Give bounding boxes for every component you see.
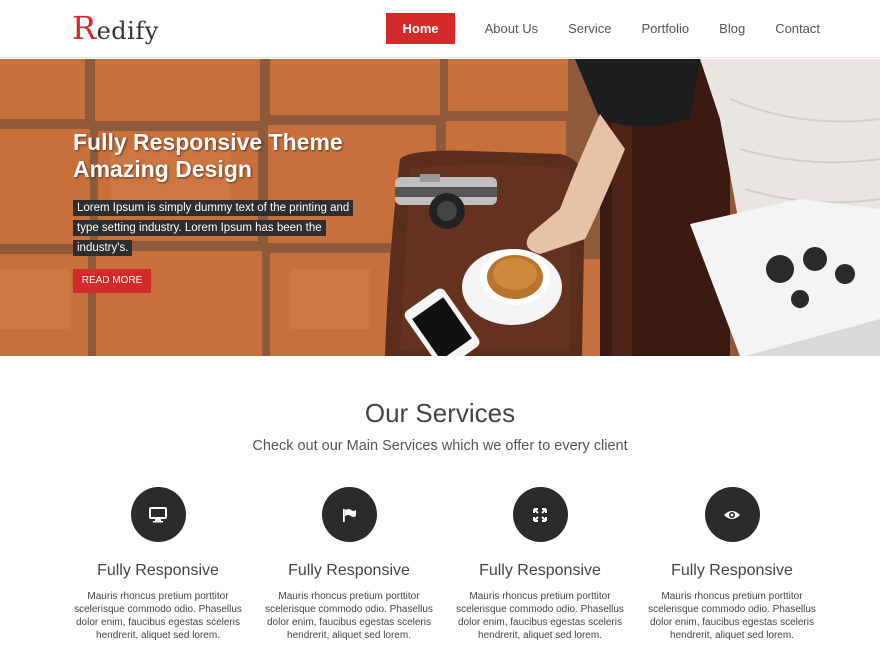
monitor-icon[interactable] bbox=[130, 487, 186, 542]
hero-description-text: Lorem Ipsum is simply dummy text of the … bbox=[73, 200, 354, 256]
logo-initial: R bbox=[72, 9, 97, 47]
eye-icon[interactable] bbox=[704, 487, 760, 542]
service-text: Mauris rhoncus pretium porttitor sceleri… bbox=[456, 591, 624, 641]
site-header: Redify Home About Us Service Portfolio B… bbox=[0, 0, 880, 58]
service-title: Fully Responsive bbox=[479, 562, 601, 579]
services-title: Our Services bbox=[364, 398, 516, 428]
service-card: Fully Responsive Mauris rhoncus pretium … bbox=[259, 487, 439, 642]
nav-portfolio[interactable]: Portfolio bbox=[641, 13, 689, 44]
expand-icon[interactable] bbox=[512, 487, 568, 542]
service-text: Mauris rhoncus pretium porttitor sceleri… bbox=[265, 591, 433, 641]
hero-description: Lorem Ipsum is simply dummy text of the … bbox=[73, 198, 373, 258]
hero-title-line-2: Amazing Design bbox=[73, 156, 252, 182]
service-card: Fully Responsive Mauris rhoncus pretium … bbox=[68, 487, 248, 642]
hero-title: Fully Responsive Theme Amazing Design bbox=[73, 129, 343, 183]
logo-text: edify bbox=[96, 17, 159, 45]
flag-icon[interactable] bbox=[321, 487, 377, 542]
main-nav: Home About Us Service Portfolio Blog Con… bbox=[386, 13, 820, 44]
nav-service[interactable]: Service bbox=[568, 13, 611, 44]
nav-home[interactable]: Home bbox=[386, 13, 455, 44]
nav-contact[interactable]: Contact bbox=[775, 13, 820, 44]
service-title: Fully Responsive bbox=[97, 562, 219, 579]
service-text: Mauris rhoncus pretium porttitor sceleri… bbox=[648, 591, 816, 641]
service-card: Fully Responsive Mauris rhoncus pretium … bbox=[450, 487, 630, 642]
service-title: Fully Responsive bbox=[671, 562, 793, 579]
service-card: Fully Responsive Mauris rhoncus pretium … bbox=[642, 487, 822, 642]
service-text: Mauris rhoncus pretium porttitor sceleri… bbox=[74, 591, 242, 641]
read-more-button[interactable]: READ MORE bbox=[73, 269, 151, 293]
hero-banner: Fully Responsive Theme Amazing Design Lo… bbox=[0, 59, 880, 356]
services-subtitle: Check out our Main Services which we off… bbox=[252, 438, 628, 454]
nav-about-us[interactable]: About Us bbox=[485, 13, 538, 44]
hero-title-line-1: Fully Responsive Theme bbox=[73, 129, 343, 155]
service-title: Fully Responsive bbox=[288, 562, 410, 579]
nav-blog[interactable]: Blog bbox=[719, 13, 745, 44]
site-logo[interactable]: Redify bbox=[72, 10, 159, 49]
